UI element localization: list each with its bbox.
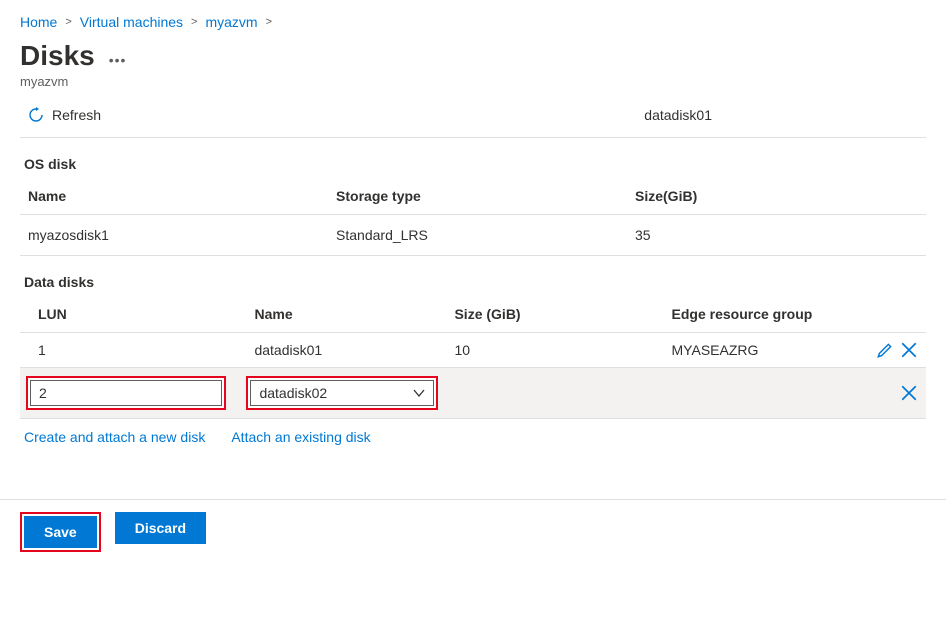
edit-icon[interactable]: [876, 341, 894, 359]
col-dname: Name: [246, 296, 446, 333]
create-attach-link[interactable]: Create and attach a new disk: [24, 429, 205, 445]
refresh-button[interactable]: Refresh: [28, 107, 101, 123]
disk-name-select[interactable]: datadisk02: [250, 380, 434, 406]
os-disk-name: myazosdisk1: [20, 215, 328, 256]
breadcrumb-home[interactable]: Home: [20, 14, 57, 30]
page-subtitle: myazvm: [20, 74, 926, 89]
os-disk-storage: Standard_LRS: [328, 215, 627, 256]
discard-button[interactable]: Discard: [115, 512, 206, 544]
disk-name-select-value: datadisk02: [259, 385, 327, 401]
lun-input[interactable]: 2: [30, 380, 222, 406]
os-disk-table: Name Storage type Size(GiB) myazosdisk1 …: [20, 178, 926, 256]
chevron-right-icon: >: [191, 16, 197, 28]
context-disk-label: datadisk01: [644, 107, 712, 123]
chevron-down-icon: [413, 387, 425, 399]
breadcrumb-vms[interactable]: Virtual machines: [80, 14, 183, 30]
delete-icon[interactable]: [900, 341, 918, 359]
refresh-label: Refresh: [52, 107, 101, 123]
cell-lun: 1: [20, 333, 246, 368]
delete-icon[interactable]: [900, 384, 918, 402]
attach-existing-link[interactable]: Attach an existing disk: [231, 429, 370, 445]
col-erg: Edge resource group: [664, 296, 863, 333]
data-disk-row: 1 datadisk01 10 MYASEAZRG: [20, 333, 926, 368]
chevron-right-icon: >: [266, 16, 272, 28]
col-lun: LUN: [20, 296, 246, 333]
breadcrumb-myazvm[interactable]: myazvm: [205, 14, 257, 30]
breadcrumb: Home > Virtual machines > myazvm >: [20, 10, 926, 36]
col-storage: Storage type: [328, 178, 627, 215]
cell-size: 10: [446, 333, 663, 368]
col-size: Size(GiB): [627, 178, 926, 215]
os-disk-section-label: OS disk: [24, 156, 926, 172]
cell-erg: MYASEAZRG: [664, 333, 863, 368]
os-disk-size: 35: [627, 215, 926, 256]
chevron-right-icon: >: [65, 16, 71, 28]
os-disk-row: myazosdisk1 Standard_LRS 35: [20, 215, 926, 256]
col-dsize: Size (GiB): [446, 296, 663, 333]
refresh-icon: [28, 107, 44, 123]
more-menu-icon[interactable]: •••: [109, 52, 127, 68]
data-disks-table: LUN Name Size (GiB) Edge resource group …: [20, 296, 926, 419]
cell-name: datadisk01: [246, 333, 446, 368]
save-button[interactable]: Save: [24, 516, 97, 548]
page-title: Disks: [20, 40, 95, 72]
col-name: Name: [20, 178, 328, 215]
data-disks-section-label: Data disks: [24, 274, 926, 290]
data-disk-new-row: 2 datadisk02: [20, 368, 926, 419]
close-icon[interactable]: [914, 38, 926, 71]
